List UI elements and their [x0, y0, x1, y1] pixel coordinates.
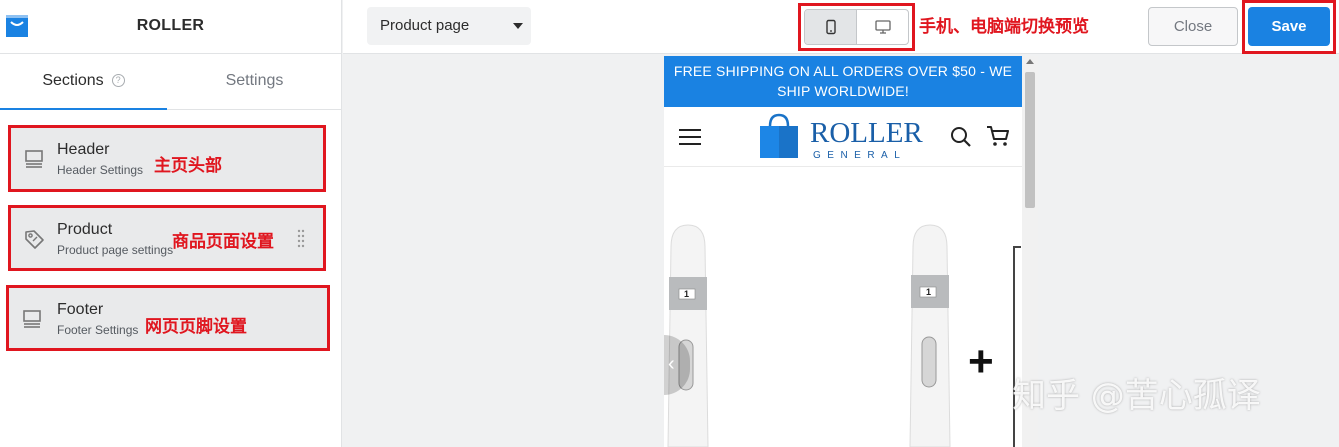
save-button[interactable]: Save	[1248, 7, 1330, 46]
desktop-monitor-icon	[875, 20, 891, 34]
layout-header-icon	[25, 150, 43, 168]
store-header: ROLLER GENERAL	[664, 107, 1022, 167]
section-title: Header	[57, 141, 110, 158]
tab-sections-label: Sections	[42, 72, 104, 89]
desktop-preview-button[interactable]	[857, 10, 908, 44]
section-subtitle: Footer Settings	[57, 323, 139, 337]
mobile-phone-icon	[825, 19, 836, 35]
section-item-product[interactable]: Product Product page settings 商品页面设置	[8, 205, 326, 271]
product-image-gallery: 1 1 ‹	[664, 167, 1022, 447]
plus-icon: +	[968, 337, 994, 386]
tab-sections[interactable]: Sections?	[0, 54, 167, 110]
layout-footer-icon	[23, 310, 41, 328]
section-subtitle: Product page settings	[57, 243, 174, 257]
chevron-left-icon: ‹	[668, 353, 675, 375]
pen-counter-label-right: 1	[926, 287, 932, 297]
app-title: ROLLER	[136, 17, 205, 34]
tab-settings[interactable]: Settings	[167, 54, 342, 110]
store-logo-tagline: GENERAL	[813, 150, 906, 161]
drag-handle-icon[interactable]	[297, 228, 305, 248]
section-item-header[interactable]: Header Header Settings 主页头部	[8, 125, 326, 192]
help-icon[interactable]: ?	[111, 74, 125, 87]
device-toggle-highlight	[798, 3, 915, 51]
page-type-value: Product page	[380, 17, 470, 34]
section-title: Product	[57, 221, 113, 238]
pen-counter-label-left: 1	[684, 289, 690, 299]
store-logo-name: ROLLER	[810, 117, 923, 149]
page-type-select[interactable]: Product page	[367, 7, 531, 45]
product-pen-image	[667, 224, 951, 447]
annotation-note: 主页头部	[154, 156, 222, 176]
cart-icon[interactable]	[986, 125, 1010, 147]
annotation-note: 手机、电脑端切换预览	[919, 17, 1089, 37]
announcement-bar: FREE SHIPPING ON ALL ORDERS OVER $50 - W…	[664, 56, 1022, 107]
device-toggle-group	[804, 9, 909, 45]
save-button-highlight: Save	[1242, 0, 1336, 54]
section-subtitle: Header Settings	[57, 163, 144, 177]
store-logo[interactable]: ROLLER GENERAL	[758, 112, 930, 162]
search-icon[interactable]	[950, 126, 972, 148]
sidebar-tabs: Sections? Settings	[0, 54, 341, 110]
annotation-note: 商品页面设置	[172, 232, 274, 252]
hamburger-menu-icon[interactable]	[679, 129, 701, 145]
editor-topbar: Product page 手机、电脑端切换预览 Close Save	[343, 0, 1339, 54]
sidebar-brand-bar: ROLLER	[0, 0, 341, 54]
mobile-preview-button[interactable]	[805, 10, 857, 44]
tab-settings-label: Settings	[225, 72, 284, 89]
annotation-note: 网页页脚设置	[145, 317, 247, 337]
scroll-up-arrow-icon[interactable]	[1026, 59, 1034, 64]
close-button[interactable]: Close	[1148, 7, 1238, 46]
caret-down-icon	[513, 23, 523, 29]
section-item-footer[interactable]: Footer Footer Settings 网页页脚设置	[6, 285, 330, 351]
sections-sidebar: ROLLER Sections? Settings Header Header …	[0, 0, 342, 447]
section-title: Footer	[57, 301, 104, 318]
scroll-thumb[interactable]	[1025, 72, 1035, 208]
price-tag-icon	[25, 230, 44, 249]
store-preview-frame: FREE SHIPPING ON ALL ORDERS OVER $50 - W…	[664, 56, 1022, 447]
watermark-text: 知乎 @苦心孤译	[1012, 376, 1261, 416]
